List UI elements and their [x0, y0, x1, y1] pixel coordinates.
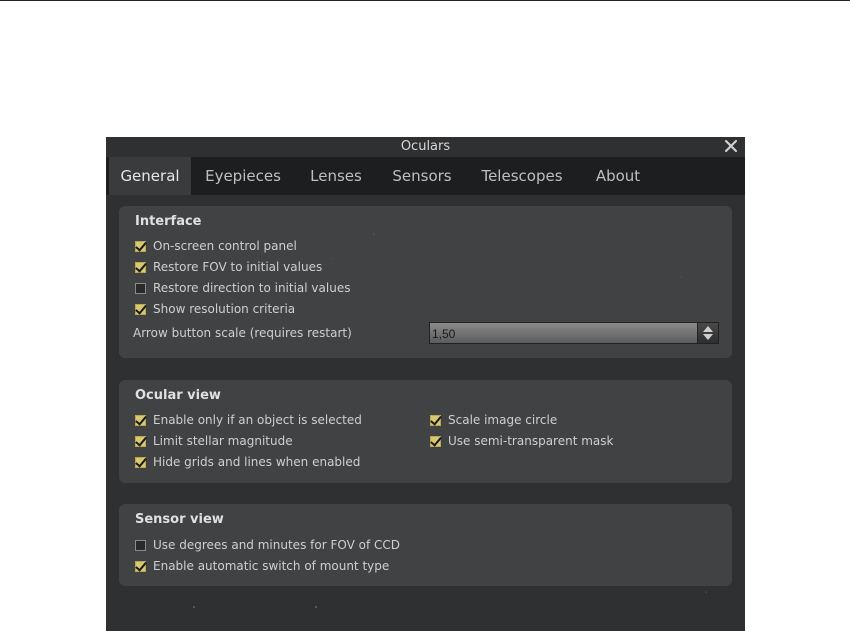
checkbox-label: Restore FOV to initial values — [153, 260, 323, 274]
enable-only-if-selected-checkbox[interactable]: Enable only if an object is selected — [135, 412, 362, 428]
checkbox-label: Show resolution criteria — [153, 302, 296, 316]
scale-image-circle-checkbox[interactable]: Scale image circle — [430, 412, 557, 428]
tab-about[interactable]: About — [587, 157, 649, 195]
checkbox-box[interactable] — [135, 240, 146, 252]
checkbox-label: Restore direction to initial values — [153, 281, 351, 295]
auto-switch-mount-checkbox[interactable]: Enable automatic switch of mount type — [135, 558, 389, 574]
checkbox-label: Limit stellar magnitude — [153, 434, 293, 448]
arrow-scale-spinbox[interactable] — [429, 322, 719, 345]
tab-eyepieces[interactable]: Eyepieces — [198, 157, 288, 195]
hide-grids-checkbox[interactable]: Hide grids and lines when enabled — [135, 454, 360, 470]
oculars-dialog: Oculars General Eyepieces Lenses Sensors… — [106, 137, 745, 631]
semi-transparent-mask-checkbox[interactable]: Use semi-transparent mask — [430, 433, 613, 449]
ocular-view-group-title: Ocular view — [135, 388, 221, 403]
top-divider — [0, 0, 850, 1]
onscreen-control-panel-checkbox[interactable]: On-screen control panel — [135, 238, 297, 254]
restore-fov-checkbox[interactable]: Restore FOV to initial values — [135, 259, 322, 275]
degrees-minutes-fov-checkbox[interactable]: Use degrees and minutes for FOV of CCD — [135, 537, 400, 553]
checkbox-label: Enable only if an object is selected — [153, 413, 362, 427]
checkbox-label: Use semi-transparent mask — [448, 434, 614, 448]
tab-general[interactable]: General — [109, 157, 191, 195]
arrow-down-icon[interactable] — [703, 334, 713, 340]
limit-stellar-magnitude-checkbox[interactable]: Limit stellar magnitude — [135, 433, 293, 449]
checkbox-box[interactable] — [135, 560, 146, 572]
tab-telescopes[interactable]: Telescopes — [473, 157, 571, 195]
interface-group-title: Interface — [135, 214, 202, 229]
tab-lenses[interactable]: Lenses — [302, 157, 370, 195]
spin-arrows — [697, 323, 718, 343]
restore-direction-checkbox[interactable]: Restore direction to initial values — [135, 280, 350, 296]
checkbox-box[interactable] — [430, 414, 441, 426]
show-resolution-criteria-checkbox[interactable]: Show resolution criteria — [135, 301, 295, 317]
checkbox-box[interactable] — [135, 435, 146, 447]
ocular-view-group: Ocular view Enable only if an object is … — [119, 380, 732, 483]
checkbox-box[interactable] — [135, 282, 146, 294]
arrow-up-icon[interactable] — [703, 326, 713, 332]
tab-bar: General Eyepieces Lenses Sensors Telesco… — [106, 157, 745, 195]
checkbox-label: Hide grids and lines when enabled — [153, 455, 361, 469]
title-bar: Oculars — [106, 137, 745, 157]
checkbox-box[interactable] — [135, 456, 146, 468]
checkbox-label: On-screen control panel — [153, 239, 297, 253]
checkbox-box[interactable] — [135, 261, 146, 273]
checkbox-box[interactable] — [430, 435, 441, 447]
tab-sensors[interactable]: Sensors — [384, 157, 460, 195]
checkbox-label: Enable automatic switch of mount type — [153, 559, 390, 573]
checkbox-label: Use degrees and minutes for FOV of CCD — [153, 538, 400, 552]
arrow-scale-label: Arrow button scale (requires restart) — [133, 326, 352, 340]
checkbox-box[interactable] — [135, 414, 146, 426]
checkbox-label: Scale image circle — [448, 413, 558, 427]
close-button[interactable] — [723, 138, 739, 154]
checkbox-box[interactable] — [135, 303, 146, 315]
sensor-view-group: Sensor view Use degrees and minutes for … — [119, 504, 732, 586]
sensor-view-group-title: Sensor view — [135, 512, 224, 527]
arrow-scale-input[interactable] — [430, 323, 694, 345]
checkbox-box[interactable] — [135, 539, 146, 551]
window-title: Oculars — [400, 139, 451, 154]
interface-group: Interface On-screen control panel Restor… — [119, 206, 732, 358]
close-icon — [724, 139, 738, 153]
